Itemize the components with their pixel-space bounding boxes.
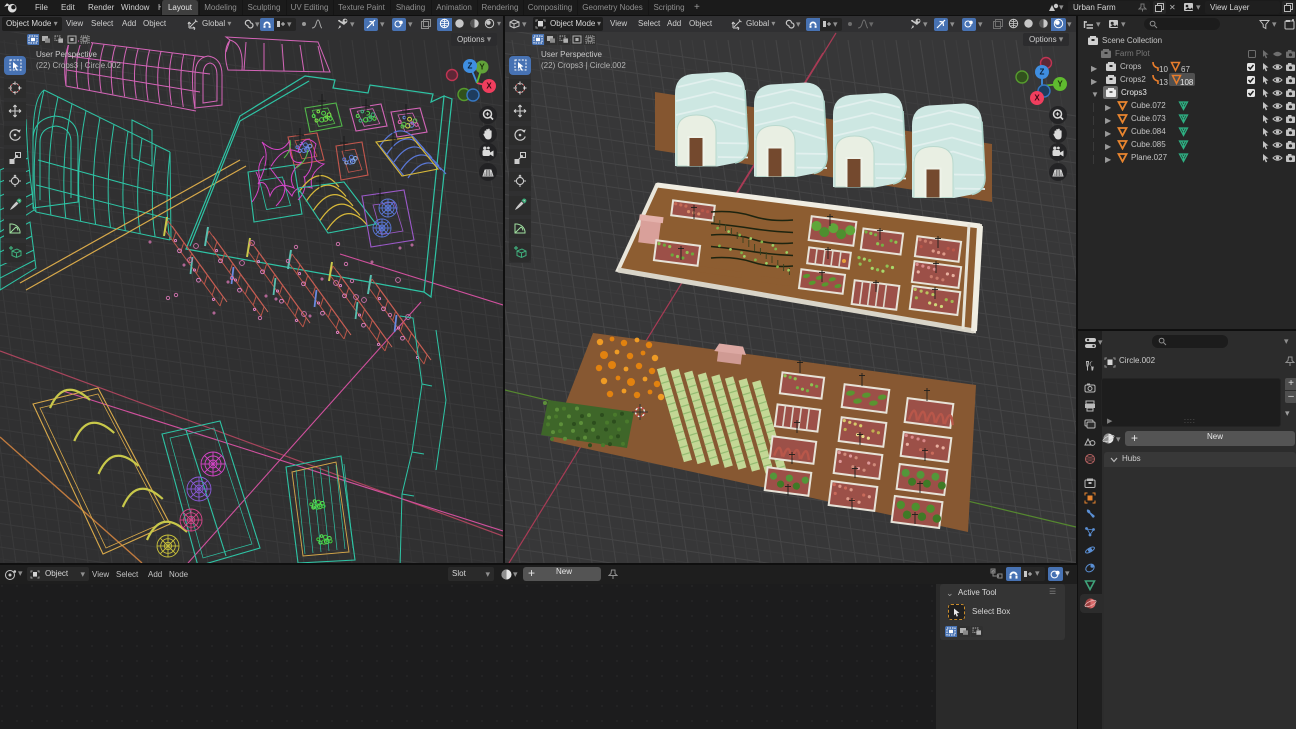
svg-text:Z: Z: [1040, 68, 1045, 77]
svg-text:Y: Y: [1057, 80, 1063, 89]
svg-text:Y: Y: [479, 63, 485, 72]
svg-text:X: X: [486, 82, 492, 91]
svg-text:X: X: [1034, 94, 1040, 103]
svg-text:Z: Z: [468, 62, 473, 71]
